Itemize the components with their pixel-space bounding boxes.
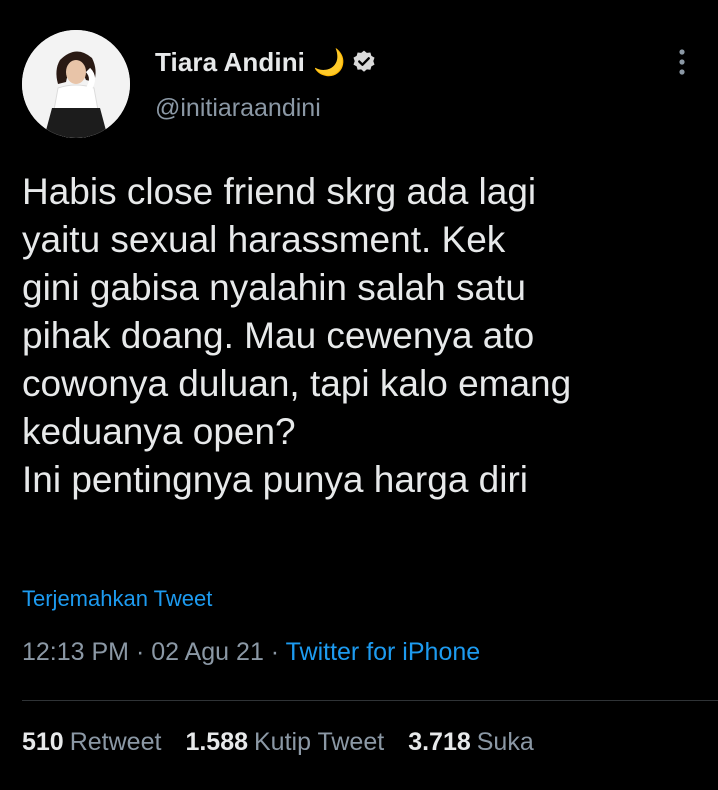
likes-count: 3.718 bbox=[408, 728, 471, 756]
quotes-count: 1.588 bbox=[185, 728, 248, 756]
tweet-source-link[interactable]: Twitter for iPhone bbox=[286, 638, 481, 666]
tweet-time[interactable]: 12:13 PM bbox=[22, 638, 129, 666]
likes-stat[interactable]: 3.718 Suka bbox=[408, 728, 534, 757]
tweet-text-line: gini gabisa nyalahin salah satu bbox=[22, 267, 526, 308]
translate-tweet-link[interactable]: Terjemahkan Tweet bbox=[22, 586, 212, 612]
tweet-text-line: pihak doang. Mau cewenya ato bbox=[22, 315, 535, 356]
tweet-text-line: Ini pentingnya punya harga diri bbox=[22, 459, 529, 500]
retweets-label: Retweet bbox=[69, 728, 162, 756]
avatar-photo bbox=[22, 30, 130, 138]
tweet-date[interactable]: 02 Agu 21 bbox=[151, 638, 264, 666]
tweet-detail: Tiara Andini 🌙 @initiaraandini Habis clo… bbox=[0, 0, 718, 790]
author-name-row[interactable]: Tiara Andini 🌙 bbox=[155, 44, 377, 80]
tweet-text-line: cowonya duluan, tapi kalo emang bbox=[22, 363, 572, 404]
meta-separator: · bbox=[129, 638, 152, 666]
verified-badge-icon bbox=[351, 49, 377, 75]
meta-separator: · bbox=[263, 638, 286, 666]
tweet-text-line: keduanya open? bbox=[22, 411, 296, 452]
divider bbox=[22, 700, 718, 701]
likes-label: Suka bbox=[476, 728, 534, 756]
crescent-moon-icon: 🌙 bbox=[313, 47, 346, 77]
retweets-stat[interactable]: 510 Retweet bbox=[22, 728, 161, 757]
avatar[interactable] bbox=[22, 30, 130, 138]
display-name[interactable]: Tiara Andini bbox=[155, 47, 305, 78]
quotes-stat[interactable]: 1.588 Kutip Tweet bbox=[185, 728, 384, 757]
tweet-meta: 12:13 PM · 02 Agu 21 · Twitter for iPhon… bbox=[22, 638, 480, 667]
tweet-stats: 510 Retweet 1.588 Kutip Tweet 3.718 Suka bbox=[22, 728, 534, 757]
quotes-label: Kutip Tweet bbox=[254, 728, 385, 756]
tweet-text-line: yaitu sexual harassment. Kek bbox=[22, 219, 506, 260]
retweets-count: 510 bbox=[22, 728, 64, 756]
author-handle[interactable]: @initiaraandini bbox=[155, 94, 321, 123]
tweet-text: Habis close friend skrg ada lagi yaitu s… bbox=[22, 168, 702, 504]
more-vertical-icon[interactable] bbox=[672, 46, 692, 78]
tweet-text-line: Habis close friend skrg ada lagi bbox=[22, 171, 537, 212]
